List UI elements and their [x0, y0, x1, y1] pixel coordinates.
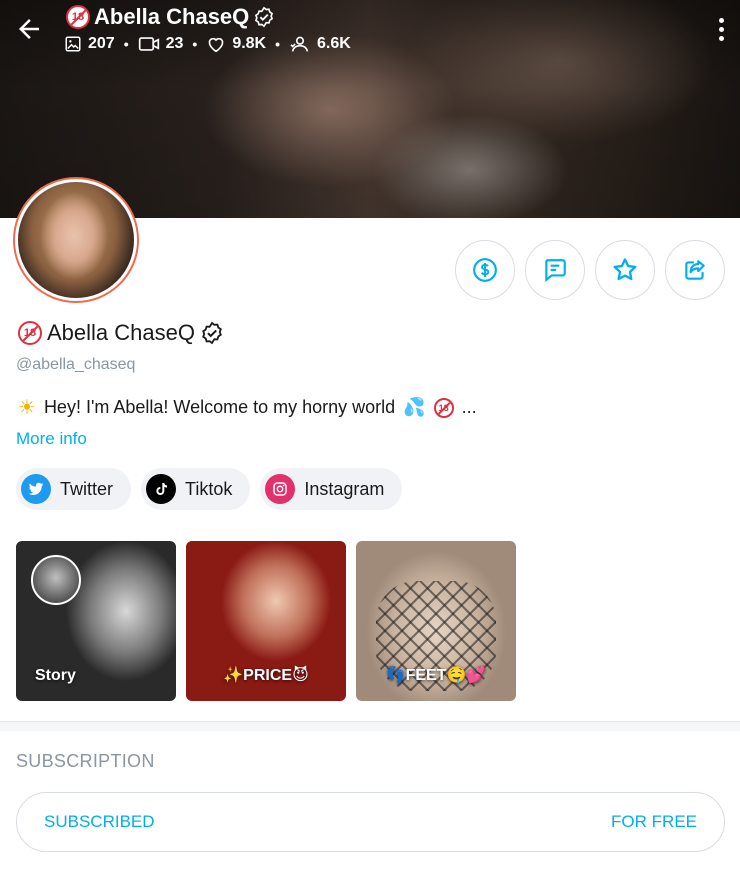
cover-title-text: Abella ChaseQ [94, 4, 250, 29]
profile-stats: 207 • 23 • 9.8K • 6.6K [64, 35, 351, 53]
heart-icon [208, 37, 224, 53]
star-icon [613, 258, 637, 281]
stat-fans-count: 6.6K [317, 35, 351, 52]
stat-photos-count: 207 [88, 35, 115, 52]
profile-name: 18 Abella ChaseQ [18, 320, 224, 346]
adult-18-icon: 18 [433, 397, 454, 418]
adult-18-icon: 18 [66, 5, 90, 29]
sun-icon: ☀ [18, 397, 36, 419]
droplets-icon: 💦 [403, 397, 426, 417]
more-info-link[interactable]: More info [16, 429, 87, 449]
image-icon [65, 36, 81, 52]
profile-actions [455, 240, 725, 300]
instagram-icon [265, 474, 296, 504]
social-tiktok[interactable]: Tiktok [141, 468, 251, 510]
social-instagram-label: Instagram [304, 478, 385, 499]
highlight-story[interactable]: Story [16, 541, 176, 701]
stat-videos-count: 23 [165, 35, 184, 52]
bio-text: Hey! I'm Abella! Welcome to my horny wor… [43, 397, 396, 417]
stat-photos: 207 [64, 35, 115, 53]
message-button[interactable] [525, 240, 585, 300]
profile-handle: @abella_chaseq [16, 356, 136, 373]
social-twitter[interactable]: Twitter [16, 468, 132, 510]
video-icon [138, 37, 159, 51]
share-icon [685, 260, 705, 280]
share-button[interactable] [665, 240, 725, 300]
more-dot [718, 17, 724, 23]
arrow-left-icon [19, 19, 39, 39]
subscribed-button[interactable]: SUBSCRIBED FOR FREE [16, 792, 725, 852]
more-dot [718, 35, 724, 41]
subscription-title: SUBSCRIPTION [16, 751, 155, 771]
tiktok-icon [146, 474, 177, 504]
social-tiktok-label: Tiktok [185, 478, 233, 499]
stat-separator: • [275, 36, 281, 52]
stat-likes: 9.8K [206, 35, 266, 53]
story-avatar [31, 555, 81, 605]
more-options-button[interactable] [714, 14, 728, 44]
profile-bio: ☀ Hey! I'm Abella! Welcome to my horny w… [18, 395, 477, 420]
subscription-status: SUBSCRIBED [44, 812, 155, 831]
verified-icon [202, 321, 222, 345]
avatar[interactable] [13, 177, 139, 303]
subscription-price: FOR FREE [611, 812, 697, 831]
top-bar: 18 Abella ChaseQ 207 • 23 • 9.8K • 6.6K [0, 0, 740, 70]
bio-ellipsis: ... [461, 397, 477, 417]
highlight-label: 👣FEET🤤💕 [385, 667, 487, 684]
twitter-icon [21, 474, 51, 504]
stat-separator: • [192, 36, 198, 52]
adult-18-icon: 18 [18, 321, 42, 345]
profile-name-text: Abella ChaseQ [47, 320, 195, 345]
more-dot [718, 26, 724, 32]
social-instagram[interactable]: Instagram [260, 468, 403, 510]
avatar-image [18, 182, 134, 298]
user-icon [290, 36, 309, 52]
highlight-price[interactable]: ✨PRICE😈 [186, 541, 346, 701]
back-button[interactable] [14, 14, 44, 44]
stat-fans: 6.6K [289, 35, 351, 53]
message-icon [545, 259, 566, 283]
favorite-button[interactable] [595, 240, 655, 300]
social-twitter-label: Twitter [60, 478, 114, 499]
stat-videos: 23 [138, 35, 184, 53]
social-links: Twitter Tiktok Instagram [16, 468, 403, 510]
section-divider [0, 721, 740, 731]
cover-title: 18 Abella ChaseQ [66, 4, 275, 30]
highlight-label: ✨PRICE😈 [223, 667, 309, 684]
stat-separator: • [123, 36, 129, 52]
stat-likes-count: 9.8K [232, 35, 267, 52]
tip-button[interactable] [455, 240, 515, 300]
verified-icon [255, 6, 274, 28]
highlights: Story ✨PRICE😈 👣FEET🤤💕 [16, 541, 516, 701]
highlight-feet[interactable]: 👣FEET🤤💕 [356, 541, 516, 701]
dollar-icon [473, 258, 497, 282]
highlight-label: Story [35, 667, 76, 684]
